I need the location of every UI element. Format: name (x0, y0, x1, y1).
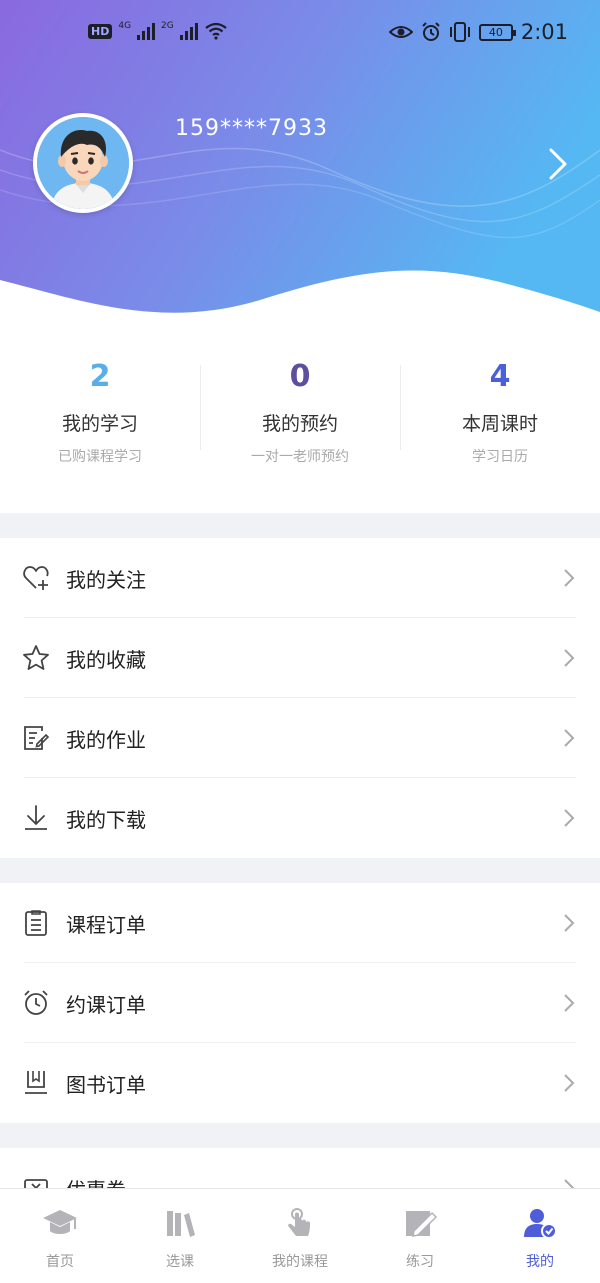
user-phone[interactable]: 159****7933 (175, 116, 328, 141)
avatar-icon (37, 117, 129, 209)
tab-mine[interactable]: 我的 (480, 1189, 600, 1283)
stat-value: 4 (489, 359, 511, 394)
chevron-right-icon (564, 649, 575, 667)
menu-item-label: 我的作业 (66, 727, 146, 752)
hd-badge: HD (88, 23, 113, 39)
books-icon (167, 1211, 195, 1237)
stat-title: 本周课时 (461, 413, 538, 435)
stat-subtitle: 已购课程学习 (58, 449, 142, 465)
tab-select-course[interactable]: 选课 (120, 1189, 240, 1283)
tab-practice[interactable]: 练习 (360, 1189, 480, 1283)
menu-item-downloads[interactable]: 我的下载 (0, 778, 600, 858)
status-time: 2:01 (520, 20, 568, 44)
tab-label: 首页 (46, 1254, 74, 1270)
stat-my-appointments[interactable]: 0 我的预约 一对一老师预约 (200, 345, 400, 475)
menu-group-personal: 我的关注 我的收藏 我的作业 我的下载 (0, 538, 600, 858)
menu-item-appointment-orders[interactable]: 约课订单 (0, 963, 600, 1043)
menu-item-course-orders[interactable]: 课程订单 (0, 883, 600, 963)
eye-icon (388, 26, 413, 38)
download-icon (25, 805, 47, 830)
chevron-right-icon (564, 569, 575, 587)
avatar[interactable] (33, 113, 133, 213)
menu-group-other: 优惠券 (0, 1148, 600, 1188)
stat-subtitle: 学习日历 (472, 449, 528, 465)
user-check-icon (524, 1209, 557, 1239)
wifi-icon (205, 22, 227, 40)
chevron-right-icon (564, 1074, 575, 1092)
order-list-icon (25, 910, 47, 936)
chevron-right-icon[interactable] (546, 146, 570, 182)
chevron-right-icon (564, 729, 575, 747)
section-divider (0, 858, 600, 883)
section-divider (0, 513, 600, 538)
chevron-right-icon (564, 1179, 575, 1188)
stat-title: 我的预约 (261, 413, 338, 435)
stat-value: 0 (289, 359, 311, 394)
stat-value: 2 (89, 359, 111, 394)
tab-home[interactable]: 首页 (0, 1189, 120, 1283)
section-divider (0, 1123, 600, 1148)
hand-pointer-icon (288, 1208, 310, 1236)
tab-label: 我的课程 (272, 1254, 328, 1270)
tab-label: 我的 (526, 1254, 554, 1270)
menu-item-label: 优惠券 (66, 1174, 126, 1189)
alarm-clock-icon (24, 990, 48, 1015)
graduation-cap-icon (43, 1210, 77, 1234)
star-icon (23, 645, 49, 670)
vibrate-icon (449, 22, 470, 42)
signal-strength-icon (137, 22, 156, 40)
menu-item-coupons[interactable]: 优惠券 (0, 1148, 600, 1188)
stat-weekly-hours[interactable]: 4 本周课时 学习日历 (400, 345, 600, 475)
bottom-tab-bar: 首页 选课 我的课程 练习 我的 (0, 1188, 600, 1283)
heart-plus-icon (23, 566, 49, 590)
menu-item-label: 约课订单 (66, 992, 146, 1017)
pencil-note-icon (406, 1211, 438, 1237)
stats-panel: 2 我的学习 已购课程学习 0 我的预约 一对一老师预约 4 本周课时 学习日历 (0, 345, 600, 475)
stat-my-study[interactable]: 2 我的学习 已购课程学习 (0, 345, 200, 475)
tab-label: 练习 (406, 1254, 434, 1270)
menu-item-favorites[interactable]: 我的收藏 (0, 618, 600, 698)
menu-item-label: 图书订单 (66, 1072, 146, 1097)
stat-subtitle: 一对一老师预约 (251, 449, 349, 465)
menu-item-label: 我的收藏 (66, 647, 146, 672)
network-2g-label: 2G (161, 21, 174, 31)
status-bar-left: HD 4G 2G (88, 22, 228, 40)
homework-icon (24, 726, 50, 750)
menu-group-orders: 课程订单 约课订单 图书订单 (0, 883, 600, 1123)
coupon-icon (24, 1179, 48, 1188)
chevron-right-icon (564, 809, 575, 827)
menu-item-label: 课程订单 (66, 912, 146, 937)
chevron-right-icon (564, 914, 575, 932)
menu-item-label: 我的下载 (66, 807, 146, 832)
tab-label: 选课 (166, 1254, 194, 1270)
menu-item-book-orders[interactable]: 图书订单 (0, 1043, 600, 1123)
battery-indicator: 40 (478, 23, 516, 41)
tab-my-courses[interactable]: 我的课程 (240, 1189, 360, 1283)
menu-item-following[interactable]: 我的关注 (0, 538, 600, 618)
profile-header: HD 4G 2G 40 2:01 159****7933 (0, 0, 600, 330)
signal-strength-icon (179, 22, 198, 40)
stat-title: 我的学习 (61, 413, 138, 435)
status-bar-right: 40 2:01 (388, 20, 568, 44)
menu-item-homework[interactable]: 我的作业 (0, 698, 600, 778)
alarm-icon (422, 22, 440, 41)
network-4g-label: 4G (118, 21, 132, 31)
book-icon (25, 1071, 47, 1094)
chevron-right-icon (564, 994, 575, 1012)
menu-item-label: 我的关注 (66, 567, 146, 592)
status-bar: HD 4G 2G 40 2:01 (0, 18, 600, 52)
